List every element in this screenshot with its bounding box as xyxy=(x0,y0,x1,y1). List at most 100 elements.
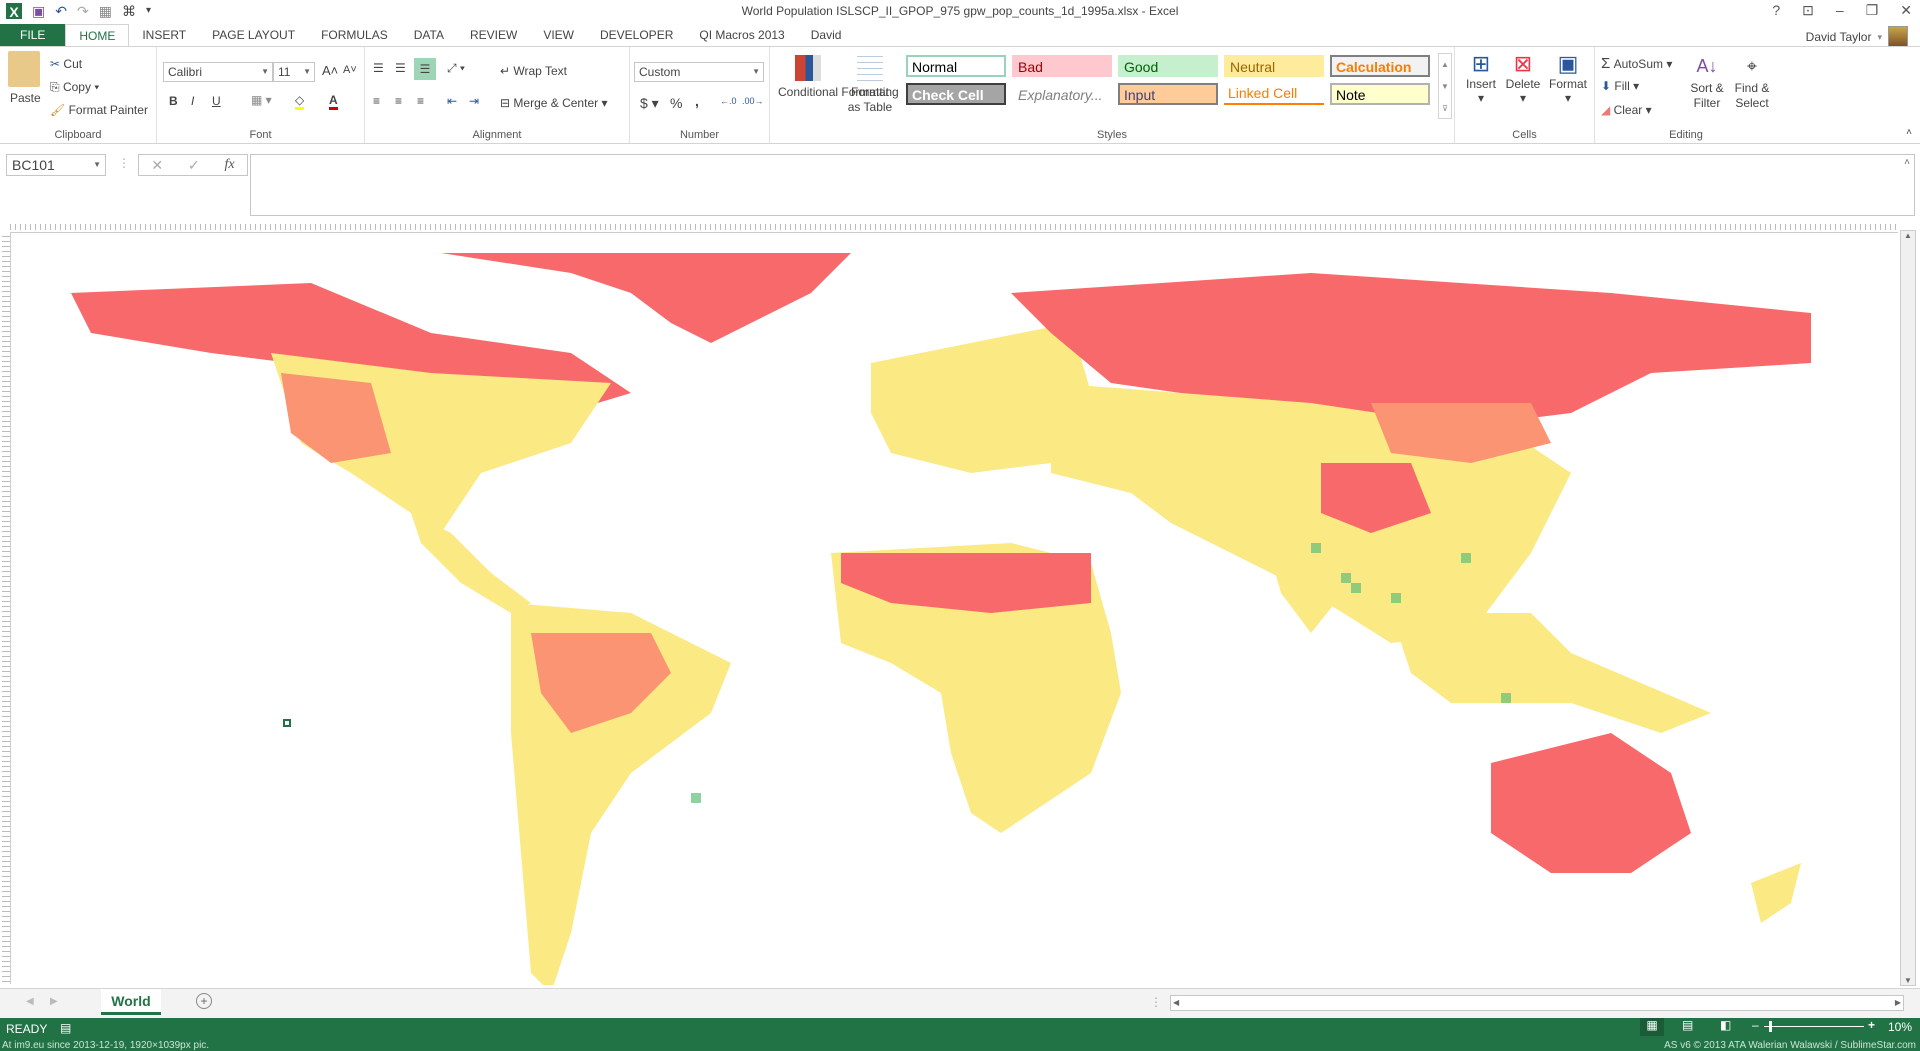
expand-formula-icon[interactable]: ˄ xyxy=(1904,157,1910,168)
tab-insert[interactable]: INSERT xyxy=(129,24,199,46)
format-button[interactable]: ▣ Format ▾ xyxy=(1547,51,1589,105)
increase-indent-icon[interactable]: ⇥ xyxy=(469,94,479,108)
align-right-icon[interactable]: ≡ xyxy=(417,94,424,108)
decrease-indent-icon[interactable]: ⇤ xyxy=(447,94,457,108)
number-format-select[interactable]: Custom ▼ xyxy=(634,62,764,82)
borders-icon[interactable]: ▦ ▾ xyxy=(251,93,272,107)
cell-style-normal[interactable]: Normal xyxy=(906,55,1006,77)
zoom-in-icon[interactable]: + xyxy=(1868,1018,1875,1032)
active-cell-marker[interactable] xyxy=(283,719,291,727)
tab-david[interactable]: David xyxy=(798,24,855,46)
clear-button[interactable]: ◢ Clear ▾ xyxy=(1601,103,1652,117)
percent-button[interactable]: % xyxy=(670,95,682,111)
orientation-icon[interactable]: ⤢ ▾ xyxy=(447,61,465,76)
formula-input[interactable]: ˄ xyxy=(250,154,1915,216)
paste-button[interactable]: Paste xyxy=(10,91,41,105)
font-size-select[interactable]: 11 ▼ xyxy=(273,62,315,82)
zoom-slider[interactable] xyxy=(1764,1021,1864,1032)
copy-button[interactable]: ⎘ Copy ▾ xyxy=(50,80,99,95)
cell-style-linked-cell[interactable]: Linked Cell xyxy=(1224,83,1324,105)
cell-style-bad[interactable]: Bad xyxy=(1012,55,1112,77)
help-icon[interactable]: ? xyxy=(1772,2,1780,19)
bold-button[interactable]: B xyxy=(169,94,178,108)
fill-color-icon[interactable]: ◇ xyxy=(295,93,305,110)
font-name-select[interactable]: Calibri ▼ xyxy=(163,62,273,82)
tab-view[interactable]: VIEW xyxy=(530,24,587,46)
close-icon[interactable]: ✕ xyxy=(1900,2,1912,19)
tab-data[interactable]: DATA xyxy=(401,24,457,46)
page-layout-view-icon[interactable]: ▤ xyxy=(1682,1018,1693,1032)
comma-button[interactable]: , xyxy=(695,93,699,109)
format-as-table-button[interactable]: Format as Table xyxy=(844,55,896,115)
enter-icon[interactable]: ✓ xyxy=(188,157,200,174)
prev-sheet-icon[interactable]: ◀ xyxy=(26,996,34,1007)
currency-button[interactable]: $ ▾ xyxy=(640,95,659,112)
user-account[interactable]: David Taylor ▾ xyxy=(1806,26,1908,48)
scroll-up-icon[interactable]: ▲ xyxy=(1901,231,1915,240)
cell-style-input[interactable]: Input xyxy=(1118,83,1218,105)
format-painter-button[interactable]: 🖌 Format Painter xyxy=(50,103,148,117)
merge-center-button[interactable]: ⊟ Merge & Center ▾ xyxy=(500,96,607,110)
zoom-out-icon[interactable]: – xyxy=(1752,1018,1759,1032)
cell-area[interactable] xyxy=(10,232,1898,993)
minimize-icon[interactable]: – xyxy=(1836,2,1844,19)
column-headers[interactable] xyxy=(10,224,1900,230)
align-top-icon[interactable]: ☰ xyxy=(373,61,384,75)
page-break-view-icon[interactable]: ◧ xyxy=(1720,1018,1731,1032)
gallery-scroll[interactable]: ▲ ▼ ⊽ xyxy=(1438,53,1452,119)
autosum-button[interactable]: Σ AutoSum ▾ xyxy=(1601,55,1672,72)
underline-button[interactable]: U xyxy=(212,94,221,108)
grow-font-icon[interactable]: A˄ xyxy=(322,63,338,78)
tab-review[interactable]: REVIEW xyxy=(457,24,530,46)
cut-button[interactable]: ✂ Cut xyxy=(50,57,82,71)
next-sheet-icon[interactable]: ▶ xyxy=(50,996,58,1007)
collapse-ribbon-icon[interactable]: ˄ xyxy=(1906,127,1912,138)
zoom-slider-thumb[interactable] xyxy=(1769,1021,1772,1032)
conditional-formatting-button[interactable]: Conditional Formatting xyxy=(778,55,899,100)
sort-filter-button[interactable]: A↓ Sort & Filter xyxy=(1687,51,1727,111)
scroll-down-icon[interactable]: ▼ xyxy=(1901,976,1915,985)
cancel-icon[interactable]: ✕ xyxy=(151,157,163,174)
formula-bar-grip[interactable]: ⋮ xyxy=(118,156,130,170)
align-center-icon[interactable]: ≡ xyxy=(395,94,402,108)
restore-icon[interactable]: ❐ xyxy=(1866,2,1879,19)
paste-icon[interactable] xyxy=(8,51,40,87)
tab-developer[interactable]: DEVELOPER xyxy=(587,24,686,46)
name-box[interactable]: BC101 ▼ xyxy=(6,154,106,176)
cell-style-note[interactable]: Note xyxy=(1330,83,1430,105)
tab-home[interactable]: HOME xyxy=(65,24,130,46)
align-middle-icon[interactable]: ☰ xyxy=(395,61,406,75)
cell-style-neutral[interactable]: Neutral xyxy=(1224,55,1324,77)
tab-file[interactable]: FILE xyxy=(0,24,66,46)
normal-view-icon[interactable]: ▦ xyxy=(1640,1018,1664,1036)
align-left-icon[interactable]: ≡ xyxy=(373,94,380,108)
shrink-font-icon[interactable]: A˅ xyxy=(343,64,357,76)
tab-formulas[interactable]: FORMULAS xyxy=(308,24,401,46)
zoom-level[interactable]: 10% xyxy=(1888,1020,1912,1034)
tab-page-layout[interactable]: PAGE LAYOUT xyxy=(199,24,308,46)
fill-button[interactable]: ⬇ Fill ▾ xyxy=(1601,79,1639,93)
horizontal-scrollbar[interactable]: ◀ ▶ xyxy=(1170,995,1904,1011)
find-select-button[interactable]: ⌖ Find & Select xyxy=(1731,51,1773,111)
cell-style-explanatory[interactable]: Explanatory... xyxy=(1012,83,1112,105)
tab-qi-macros[interactable]: QI Macros 2013 xyxy=(686,24,797,46)
insert-function-icon[interactable]: fx xyxy=(224,157,234,173)
font-color-icon[interactable]: A xyxy=(329,93,338,110)
macro-record-icon[interactable]: ▤ xyxy=(60,1021,71,1035)
vertical-scrollbar[interactable]: ▲ ▼ xyxy=(1900,230,1916,986)
cell-style-calculation[interactable]: Calculation xyxy=(1330,55,1430,77)
new-sheet-icon[interactable]: + xyxy=(196,993,212,1009)
scroll-right-icon[interactable]: ▶ xyxy=(1895,996,1901,1010)
tab-split-handle[interactable]: ⋮ xyxy=(1150,995,1162,1009)
cell-style-good[interactable]: Good xyxy=(1118,55,1218,77)
row-headers[interactable] xyxy=(2,232,10,982)
scroll-left-icon[interactable]: ◀ xyxy=(1173,996,1179,1010)
increase-decimal-icon[interactable]: ←.0 xyxy=(720,96,737,106)
ribbon-display-icon[interactable]: ⊡ xyxy=(1802,2,1814,19)
insert-button[interactable]: ⊞ Insert ▾ xyxy=(1463,51,1499,105)
italic-button[interactable]: I xyxy=(191,94,194,108)
sheet-tab-world[interactable]: World xyxy=(101,989,161,1015)
align-bottom-icon[interactable]: ☰ xyxy=(414,58,436,80)
decrease-decimal-icon[interactable]: .00→ xyxy=(742,96,764,106)
delete-button[interactable]: ⊠ Delete ▾ xyxy=(1505,51,1541,105)
